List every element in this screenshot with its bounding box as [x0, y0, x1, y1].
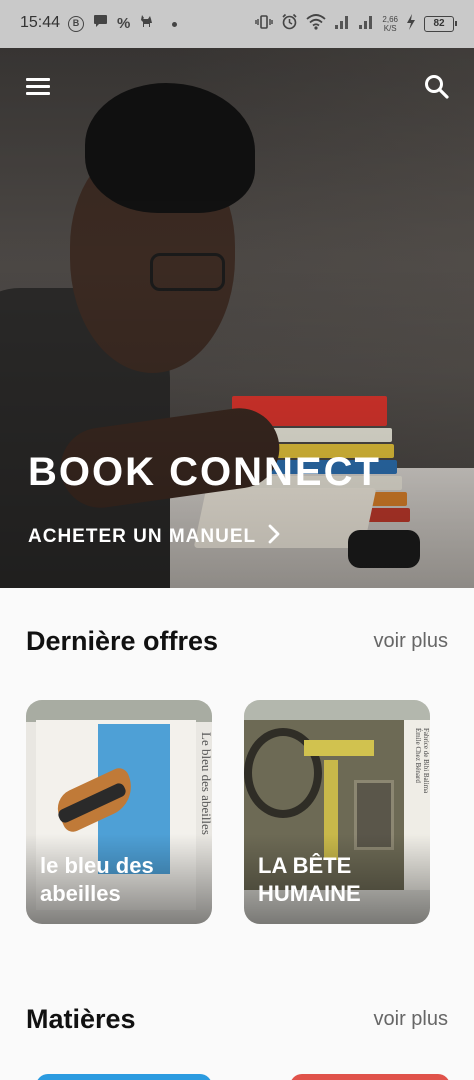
- chevron-right-icon: [268, 524, 280, 550]
- subjects-title: Matières: [26, 1004, 136, 1034]
- battery-icon: 82: [424, 16, 457, 32]
- card-top-shadow: [26, 700, 212, 722]
- signal-icon-2: [358, 14, 374, 34]
- offers-see-more-link[interactable]: voir plus: [374, 630, 448, 653]
- offers-title: Dernière offres: [26, 626, 219, 656]
- cover-machine-part: [304, 740, 374, 756]
- offer-card[interactable]: Le bleu des abeilles le bleu des abeille…: [26, 700, 212, 924]
- buy-manual-label: ACHETER UN MANUEL: [28, 526, 257, 547]
- hero-title: BOOK CONNECT: [28, 450, 381, 494]
- offers-header: Dernière offres voir plus: [26, 626, 448, 657]
- subject-card[interactable]: [36, 1074, 212, 1080]
- search-icon[interactable]: [424, 74, 450, 100]
- deer-icon: [139, 13, 155, 35]
- status-bar: 15:44 B % 2,66 K/S 82: [0, 0, 474, 48]
- wifi-icon: [306, 13, 327, 35]
- subjects-header: Matières voir plus: [26, 1004, 448, 1035]
- offer-card-title: LA BÊTE HUMAINE: [258, 853, 361, 906]
- net-speed: 2,66 K/S: [382, 15, 398, 33]
- offer-card-title: le bleu des abeilles: [40, 853, 154, 906]
- subject-card[interactable]: [290, 1074, 450, 1080]
- alarm-icon: [281, 13, 298, 35]
- buy-manual-link[interactable]: ACHETER UN MANUEL: [28, 524, 280, 550]
- charging-icon: [406, 13, 416, 35]
- subjects-see-more-link[interactable]: voir plus: [374, 1008, 448, 1031]
- card-spine-text: Fabrice de Bibi Balima Émile Chez Bénard: [414, 728, 430, 794]
- signal-icon-1: [334, 14, 350, 34]
- hero-shade: [0, 48, 474, 588]
- notification-dot: [172, 21, 178, 27]
- hero-banner: BOOK CONNECT ACHETER UN MANUEL: [0, 48, 474, 588]
- menu-icon[interactable]: [26, 78, 50, 96]
- status-time: 15:44: [20, 14, 61, 31]
- b-circle-icon: B: [68, 16, 84, 32]
- vibrate-icon: [255, 14, 274, 35]
- card-top-shadow: [244, 700, 430, 722]
- offer-card[interactable]: Fabrice de Bibi Balima Émile Chez Bénard…: [244, 700, 430, 924]
- percent-icon: %: [117, 15, 131, 32]
- chat-icon: [93, 14, 108, 34]
